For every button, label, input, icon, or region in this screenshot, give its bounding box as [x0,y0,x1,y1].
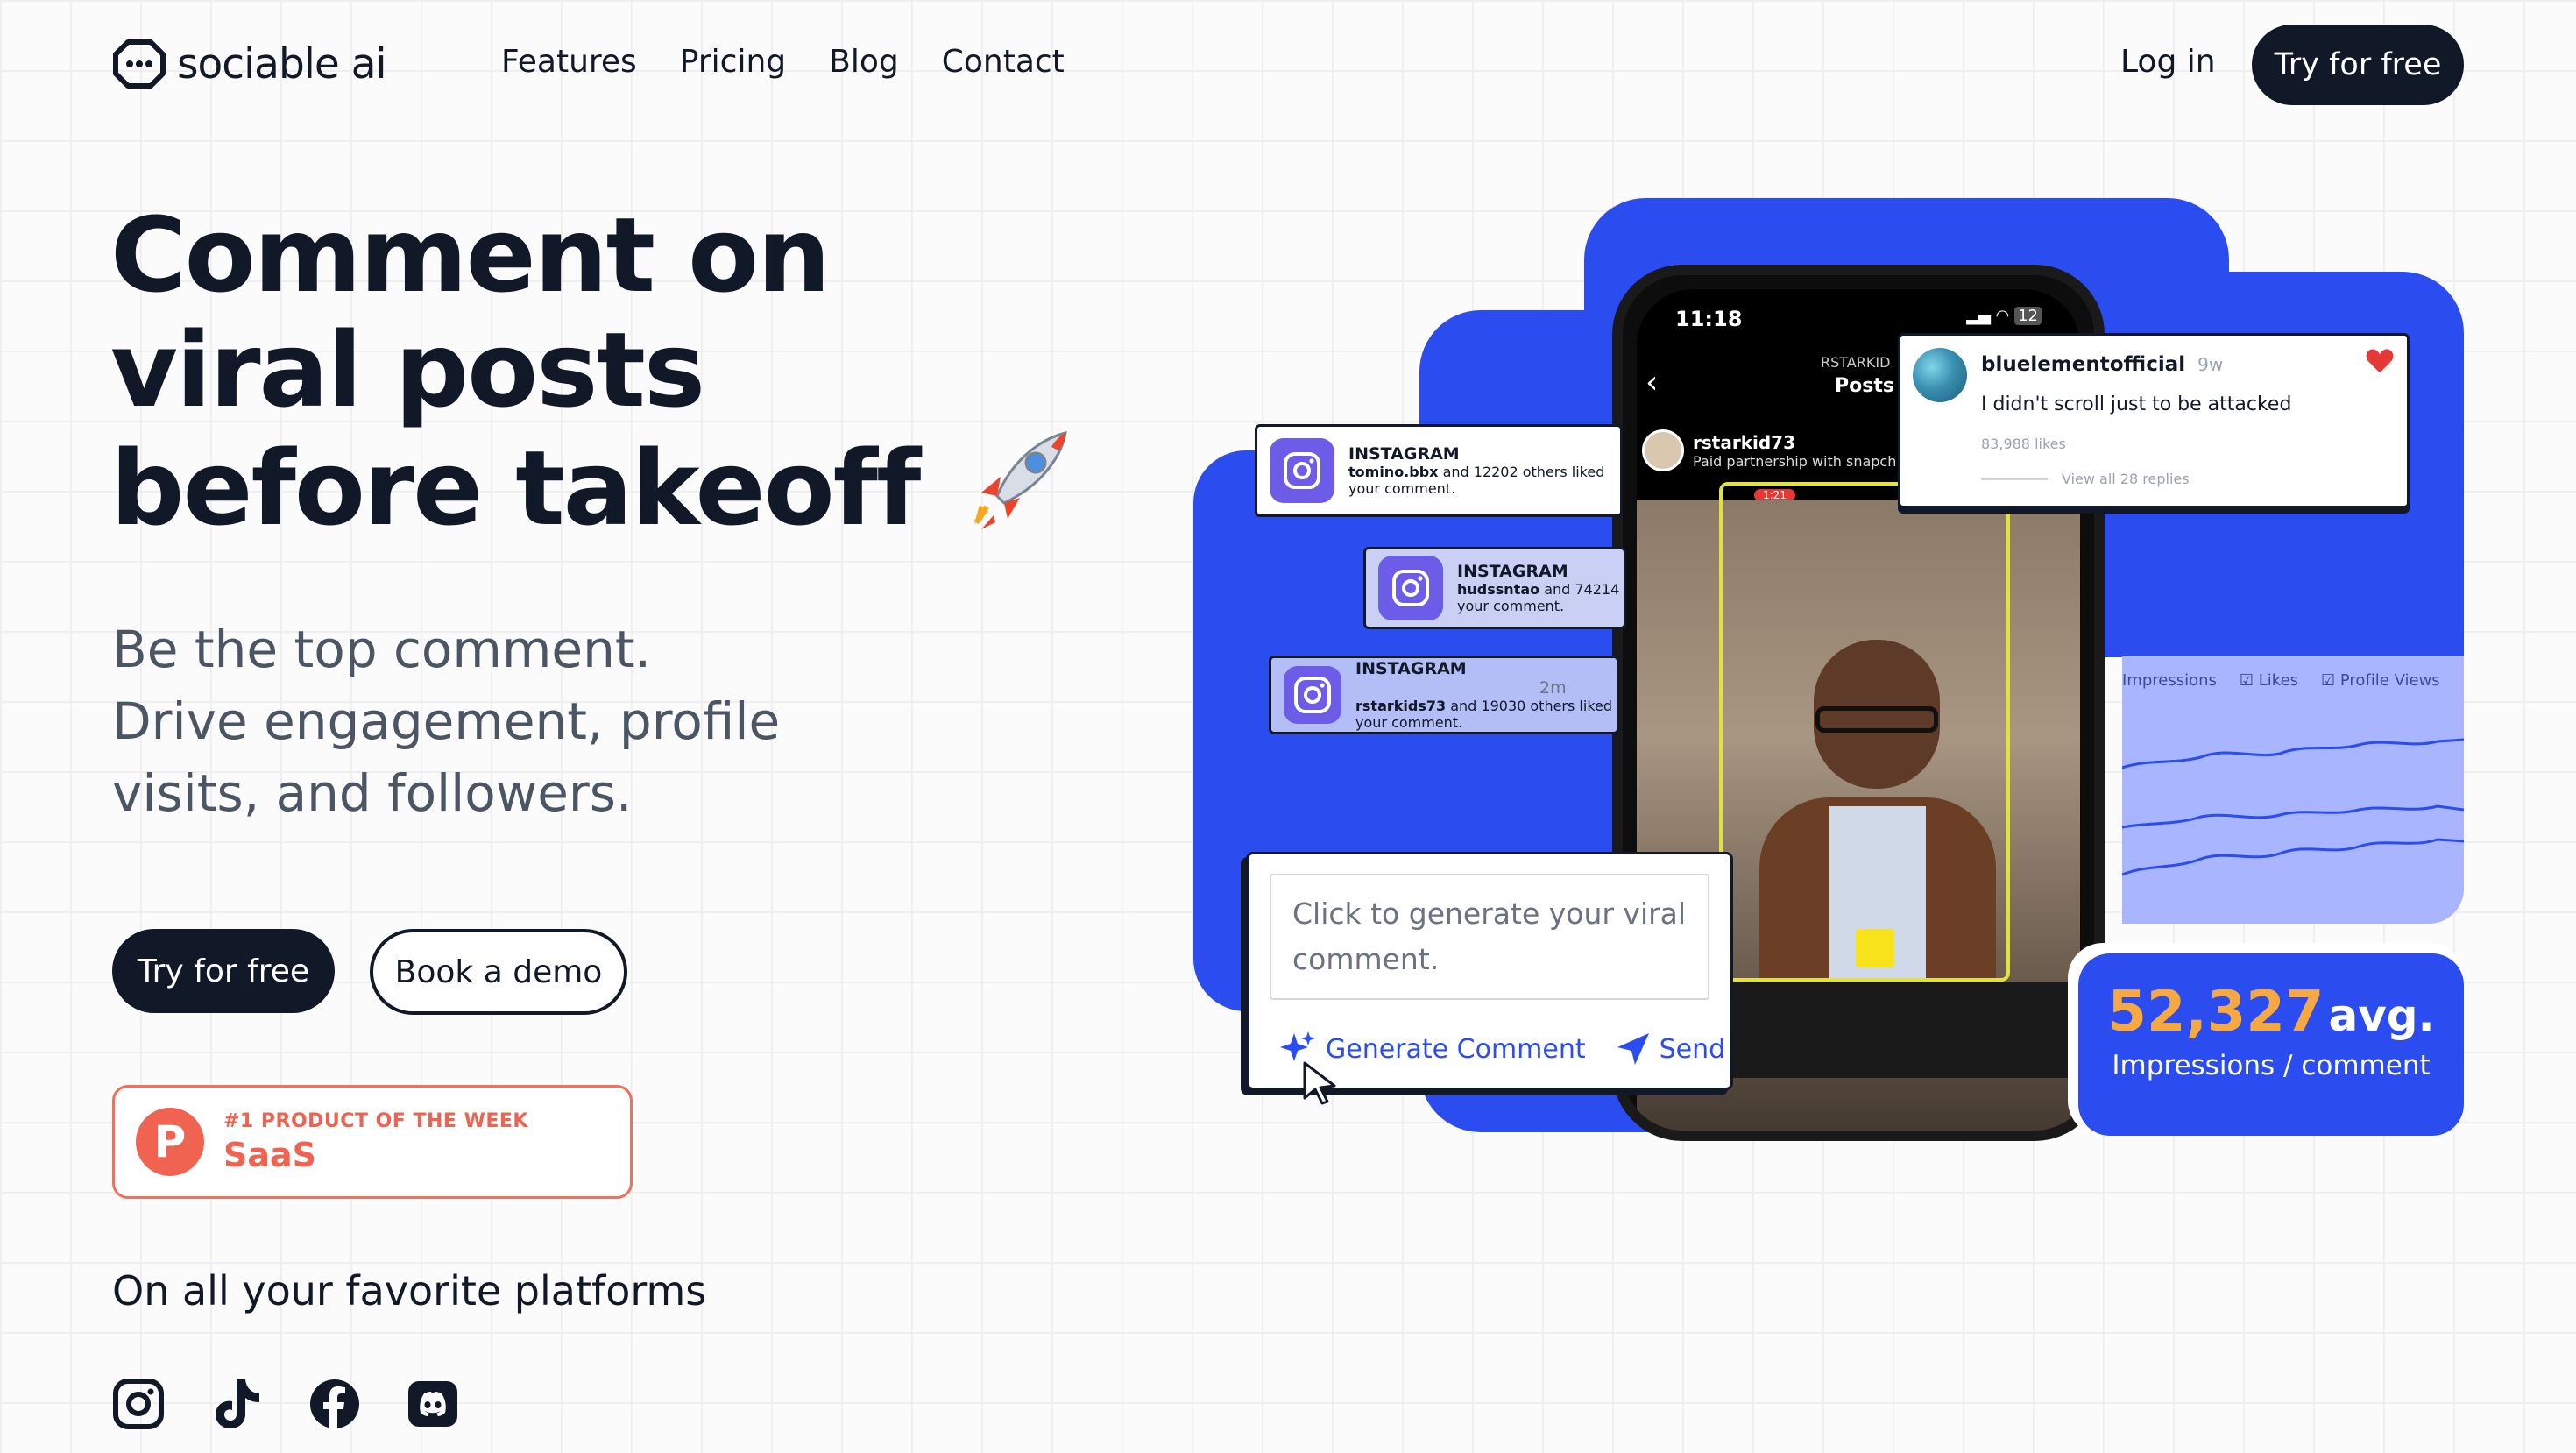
facebook-icon[interactable] [308,1376,361,1432]
hero-subtitle-line-3: visits, and followers. [112,763,633,823]
product-hunt-text: #1 PRODUCT OF THE WEEK SaaS [223,1110,528,1174]
login-link[interactable]: Log in [2120,44,2216,80]
sticker-square [1856,929,1894,967]
poster-subtitle: Paid partnership with snapch [1693,452,1897,470]
brand-logo[interactable]: sociable ai [112,39,387,89]
platform-icon-row [112,1376,459,1432]
hero-subtitle: Be the top comment. Drive engagement, pr… [112,613,901,829]
avatar[interactable] [1913,348,1967,402]
send-label: Send [1659,1033,1726,1065]
poster-row: rstarkid73 Paid partnership with snapch [1642,429,1896,471]
instagram-app-icon [1284,666,1341,724]
send-button[interactable]: Send [1616,1031,1726,1067]
hero-cta-row: Try for free Book a demo [112,929,627,1015]
hero-title-line-2: viral posts [110,309,705,430]
hero-title: Comment on viral posts before takeoff [110,198,1074,546]
chart-legend: Impressions ☑ Likes ☑ Profile Views [2122,661,2440,699]
rocket-icon [974,430,1068,529]
hero-try-free-button[interactable]: Try for free [112,929,335,1013]
notification-source: INSTAGRAM 2m [1355,659,1617,698]
notification-user: hudssntao [1457,581,1540,598]
hero-subtitle-line-1: Be the top comment. [112,620,652,679]
nav-link-features[interactable]: Features [501,44,637,80]
generator-actions: Generate Comment Send [1278,1030,1725,1068]
notification-source: INSTAGRAM [1348,444,1460,464]
ig-header-title: Posts [1835,375,1894,397]
product-hunt-rank: #1 PRODUCT OF THE WEEK [223,1109,528,1132]
product-hunt-badge[interactable]: P #1 PRODUCT OF THE WEEK SaaS [112,1085,633,1199]
nav-link-contact[interactable]: Contact [942,44,1065,80]
notification-user: tomino.bbx [1348,464,1439,480]
battery-level: 12 [2014,307,2042,325]
stat-label: Impressions / comment [2112,1050,2431,1081]
comment-generator-card: Click to generate your viral comment. Ge… [1246,852,1733,1105]
brand-name: sociable ai [177,39,387,89]
notification-card[interactable]: INSTAGRAM tomino.bbx and 12202 others li… [1255,424,1623,517]
tiktok-icon[interactable] [210,1376,263,1432]
poster-name[interactable]: rstarkid73 [1693,432,1896,453]
nav-link-blog[interactable]: Blog [829,44,899,80]
stat-inner: 52,327 avg. Impressions / comment [2078,953,2464,1136]
legend-likes[interactable]: ☑ Likes [2240,671,2298,690]
stat-suffix: avg. [2328,990,2435,1041]
product-hunt-icon: P [136,1108,204,1176]
impressions-stat-card: 52,327 avg. Impressions / comment [2068,943,2464,1136]
instagram-app-icon [1378,556,1443,620]
nav-link-pricing[interactable]: Pricing [680,44,786,80]
hero-subtitle-line-2: Drive engagement, profile [112,691,781,751]
legend-profile-views-label: Profile Views [2339,670,2440,690]
checkbox-icon: ☑ [2239,670,2259,690]
notification-source: INSTAGRAM [1457,562,1568,581]
notification-card[interactable]: INSTAGRAM hudssntao and 74214 others lik… [1363,547,1626,629]
send-icon [1617,1033,1649,1065]
comment-text: I didn't scroll just to be attacked [1981,393,2292,415]
ig-account-label: RSTARKID [1821,354,1891,371]
hero-title-line-1: Comment on [110,195,831,315]
legend-profile-views[interactable]: ☑ Profile Views [2321,671,2440,690]
comment-username[interactable]: bluelementofficial [1981,353,2185,376]
comment-age: 9w [2197,354,2224,375]
avatar[interactable] [1642,429,1684,471]
snapchat-frame [1719,482,2010,982]
view-replies-link[interactable]: View all 28 replies [2062,471,2190,487]
status-battery: ▂▄ ◠ 12 [1966,307,2042,325]
comment-likes: 83,988 likes [1981,436,2066,452]
heart-icon[interactable] [2365,348,2395,374]
legend-likes-label: Likes [2258,670,2299,690]
viral-comment-input[interactable]: Click to generate your viral comment. [1270,874,1709,1000]
notification-card[interactable]: INSTAGRAM 2m rstarkids73 and 19030 other… [1269,656,1619,734]
back-chevron-icon[interactable]: ‹ [1645,365,1658,400]
discord-icon[interactable] [407,1376,459,1432]
replies-divider [1981,478,2048,480]
stat-value: 52,327 [2107,980,2325,1045]
nav-try-free-button[interactable]: Try for free [2252,25,2464,105]
instagram-icon[interactable] [112,1376,165,1432]
generate-comment-label: Generate Comment [1326,1033,1586,1065]
hero-visual: Impressions ☑ Likes ☑ Profile Views 11:1… [1192,196,2464,1143]
legend-impressions[interactable]: Impressions [2122,671,2217,690]
status-time: 11:18 [1675,307,1743,331]
product-hunt-category: SaaS [223,1135,317,1174]
hero-title-line-3: before takeoff [110,428,921,549]
top-nav: sociable ai Features Pricing Blog Contac… [0,0,2576,131]
viral-comment-card: bluelementofficial 9w I didn't scroll ju… [1898,333,2410,508]
sociable-logo-icon [113,39,166,89]
cursor-icon [1303,1061,1336,1105]
checkbox-icon: ☑ [2321,670,2340,690]
nav-links: Features Pricing Blog Contact [501,44,1065,80]
notification-time: 2m [1539,678,1567,698]
instagram-app-icon [1270,438,1334,503]
notification-user: rstarkids73 [1355,698,1447,714]
platforms-heading: On all your favorite platforms [112,1267,707,1315]
book-demo-button[interactable]: Book a demo [370,929,627,1015]
notification-source-label: INSTAGRAM [1355,659,1467,678]
